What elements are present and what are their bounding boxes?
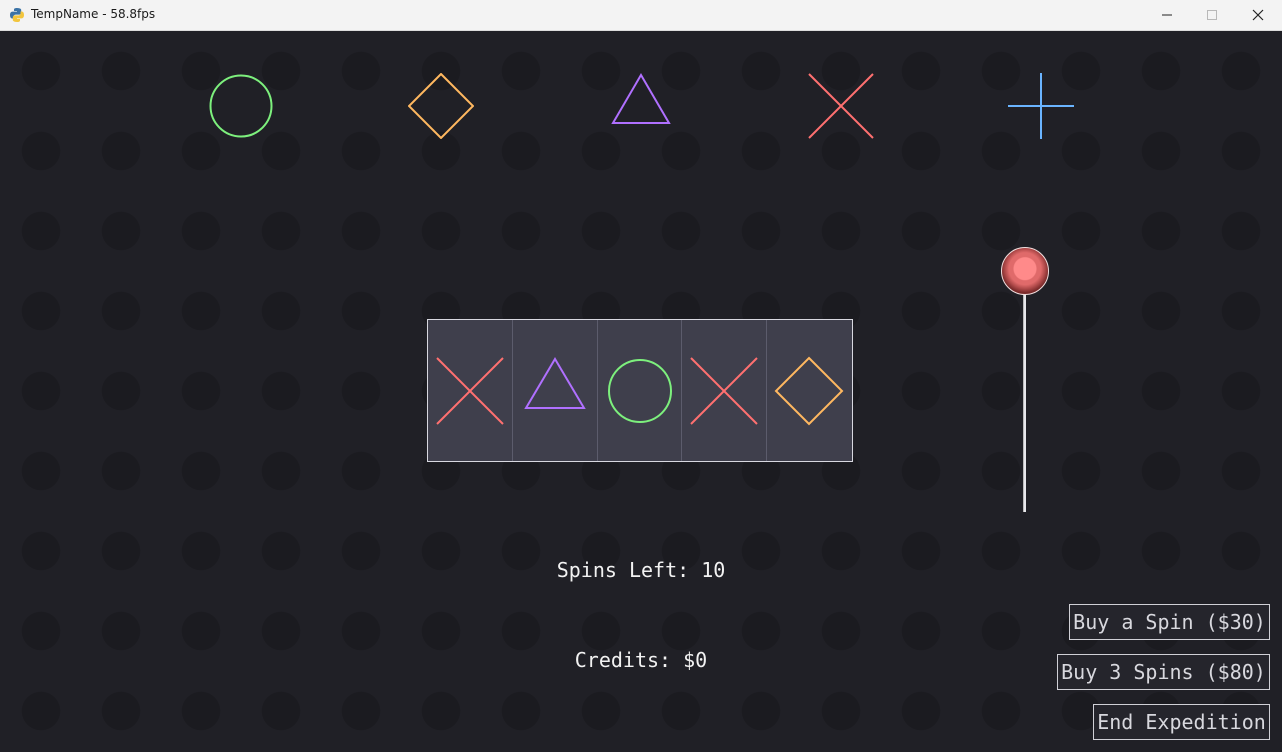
- reel-diamond-icon: [774, 356, 844, 426]
- window-title: TempName - 58.8fps: [31, 7, 156, 21]
- reel-5: [767, 320, 852, 461]
- maximize-icon: [1207, 10, 1217, 20]
- reel-3: [598, 320, 683, 461]
- buy-three-spins-button[interactable]: Buy 3 Spins ($80): [1057, 654, 1270, 690]
- lever-knob[interactable]: [1001, 247, 1049, 295]
- game-canvas: Spins Left: 10 Credits: $0 Buy a Spin ($…: [1, 31, 1281, 751]
- minimize-icon: [1162, 14, 1172, 16]
- maximize-button[interactable]: [1189, 0, 1235, 31]
- reel-triangle-icon: [524, 357, 586, 409]
- paytable-triangle-icon: [611, 73, 671, 124]
- close-button[interactable]: [1235, 0, 1281, 31]
- reel-2: [513, 320, 598, 461]
- reel-circle-icon: [607, 359, 672, 423]
- reel-4: [682, 320, 768, 461]
- reel-cross-icon: [436, 357, 504, 425]
- buy-spin-button[interactable]: Buy a Spin ($30): [1069, 604, 1270, 640]
- minimize-button[interactable]: [1144, 0, 1190, 31]
- reel-1: [428, 320, 513, 461]
- paytable-circle-icon: [209, 74, 273, 138]
- close-icon: [1252, 9, 1264, 21]
- paytable-diamond-icon: [408, 73, 474, 139]
- end-expedition-button[interactable]: End Expedition: [1093, 704, 1270, 740]
- lever-rod[interactable]: [1023, 291, 1026, 512]
- paytable-cross-icon: [808, 73, 874, 139]
- python-icon: [10, 8, 24, 22]
- reel-cross-icon: [690, 357, 759, 425]
- title-bar[interactable]: TempName - 58.8fps: [0, 0, 1282, 31]
- slot-reels: [427, 319, 853, 462]
- paytable-plus-icon: [1008, 73, 1074, 139]
- spins-left-label: Spins Left: 10: [556, 558, 726, 582]
